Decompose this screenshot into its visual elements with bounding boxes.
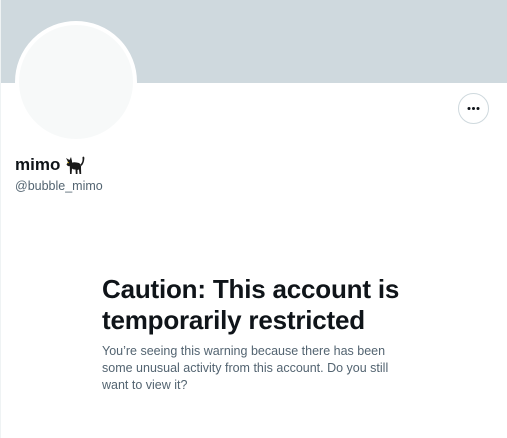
restricted-account-warning: Caution: This account is temporarily res… — [102, 274, 412, 394]
profile-page: mimo @bubble_mimo Caution: This account … — [0, 0, 507, 438]
more-horizontal-icon — [467, 107, 480, 110]
warning-title: Caution: This account is temporarily res… — [102, 274, 400, 335]
user-handle: @bubble_mimo — [15, 179, 103, 193]
more-options-button[interactable] — [458, 93, 489, 124]
avatar[interactable] — [15, 21, 137, 143]
black-cat-icon — [66, 156, 85, 174]
display-name-text: mimo — [15, 155, 61, 174]
warning-message: You’re seeing this warning because there… — [102, 344, 389, 392]
display-name: mimo — [15, 154, 86, 176]
